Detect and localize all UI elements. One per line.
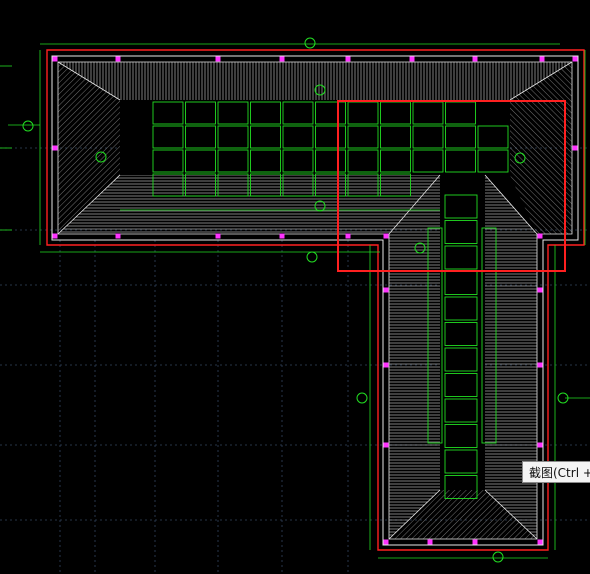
grip-marker-icon[interactable] — [539, 56, 545, 62]
roof-slope-north — [58, 62, 572, 100]
grip-marker-icon[interactable] — [52, 145, 58, 151]
grip-marker-icon[interactable] — [345, 56, 351, 62]
grip-marker-icon[interactable] — [115, 56, 121, 62]
grip-marker-icon[interactable] — [383, 442, 389, 448]
grip-marker-icon[interactable] — [537, 539, 543, 545]
grip-marker-icon[interactable] — [383, 362, 389, 368]
grip-marker-icon[interactable] — [215, 233, 221, 239]
grip-marker-icon[interactable] — [383, 287, 389, 293]
grip-marker-icon[interactable] — [537, 362, 543, 368]
grip-marker-icon[interactable] — [279, 56, 285, 62]
grip-marker-icon[interactable] — [537, 442, 543, 448]
axis-bubble-icon — [22, 120, 34, 132]
axis-bubble-icon — [306, 251, 318, 263]
grip-marker-icon[interactable] — [409, 56, 415, 62]
grip-marker-icon[interactable] — [472, 56, 478, 62]
grip-marker-icon[interactable] — [572, 145, 578, 151]
grip-marker-icon[interactable] — [215, 56, 221, 62]
axis-bubble-icon — [492, 551, 504, 563]
axis-bubble-icon — [304, 37, 316, 49]
cad-drawing-canvas[interactable] — [0, 0, 590, 574]
grip-marker-icon[interactable] — [383, 539, 389, 545]
grip-marker-icon[interactable] — [52, 233, 58, 239]
grip-marker-icon[interactable] — [472, 539, 478, 545]
selection-rectangle — [337, 100, 566, 272]
grip-marker-icon[interactable] — [537, 287, 543, 293]
axis-bubble-icon — [356, 392, 368, 404]
grip-marker-icon[interactable] — [279, 233, 285, 239]
grip-marker-icon[interactable] — [572, 56, 578, 62]
grip-marker-icon[interactable] — [52, 56, 58, 62]
screenshot-tooltip: 截图(Ctrl + — [522, 461, 590, 483]
grip-marker-icon[interactable] — [115, 233, 121, 239]
grip-marker-icon[interactable] — [427, 539, 433, 545]
